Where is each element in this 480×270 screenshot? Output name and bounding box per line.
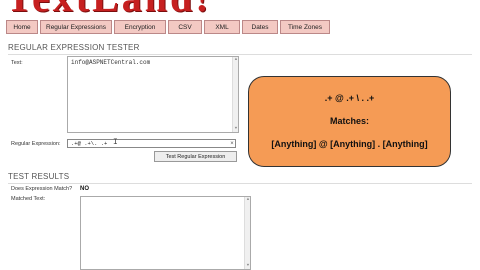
regex-input[interactable]	[67, 139, 236, 148]
matched-scrollbar[interactable]: ▲ ▼	[244, 197, 250, 269]
does-match-value: NO	[80, 186, 89, 192]
matched-text-label: Matched Text:	[11, 196, 46, 202]
matches-label: Matches:	[329, 116, 369, 126]
pattern-text: .+ @ .+ \ . .+	[324, 93, 375, 103]
divider	[8, 54, 472, 55]
text-input-value: info@ASPNETCentral.com	[71, 59, 151, 66]
regex-explanation-box: .+ @ .+ \ . .+ Matches: [Anything] @ [An…	[248, 76, 451, 167]
text-label: Text:	[11, 60, 23, 66]
text-scrollbar[interactable]: ▲ ▼	[232, 57, 238, 132]
nav-time-zones[interactable]: Time Zones	[280, 20, 330, 34]
nav-regular-expressions[interactable]: Regular Expressions	[40, 20, 112, 34]
nav-xml[interactable]: XML	[204, 20, 240, 34]
scroll-up-icon[interactable]: ▲	[245, 197, 251, 203]
nav-csv[interactable]: CSV	[168, 20, 202, 34]
test-regex-button[interactable]: Test Regular Expression	[154, 151, 237, 162]
nav-home[interactable]: Home	[6, 20, 38, 34]
tester-title: REGULAR EXPRESSION TESTER	[8, 43, 140, 52]
divider	[8, 183, 472, 184]
textland-logo: TextLand!	[6, 0, 212, 18]
matched-text-output[interactable]: ▲ ▼	[80, 196, 251, 270]
pattern-description: [Anything] @ [Anything] . [Anything]	[271, 139, 428, 149]
does-match-label: Does Expression Match?	[11, 186, 73, 192]
text-cursor-icon: I	[113, 138, 118, 147]
clear-icon[interactable]: ×	[228, 139, 236, 148]
nav-dates[interactable]: Dates	[242, 20, 278, 34]
text-input[interactable]: info@ASPNETCentral.com ▲ ▼	[67, 56, 239, 133]
scroll-down-icon[interactable]: ▼	[233, 126, 239, 132]
main-nav: Home Regular Expressions Encryption CSV …	[6, 20, 332, 34]
scroll-down-icon[interactable]: ▼	[245, 263, 251, 269]
results-title: TEST RESULTS	[8, 172, 70, 181]
scroll-up-icon[interactable]: ▲	[233, 57, 239, 63]
nav-encryption[interactable]: Encryption	[114, 20, 166, 34]
regex-label: Regular Expression:	[11, 141, 61, 147]
